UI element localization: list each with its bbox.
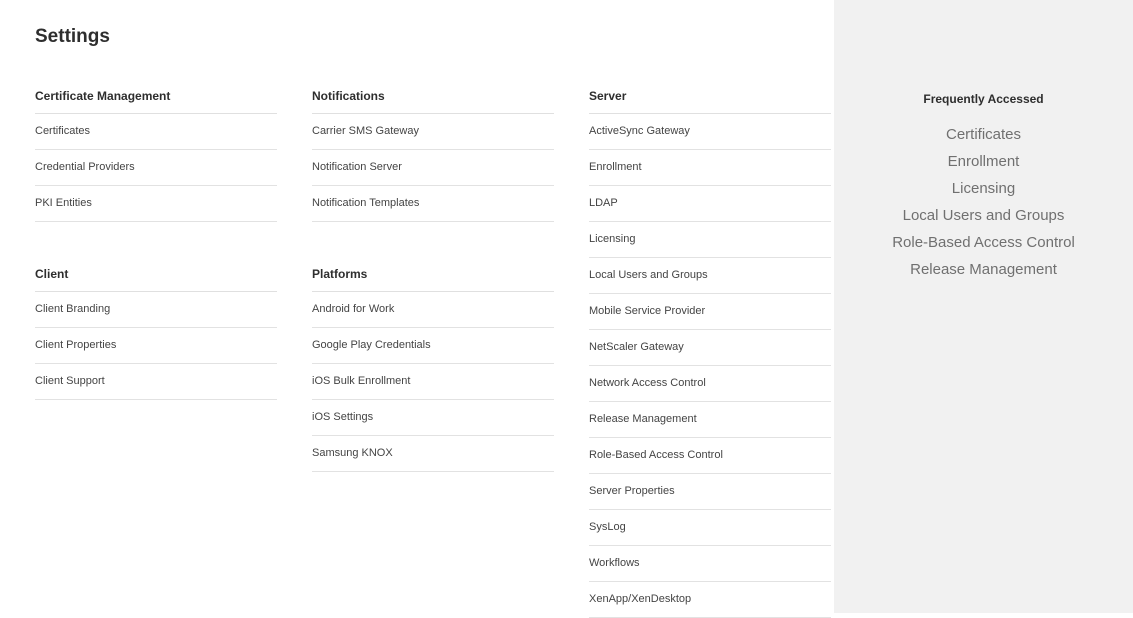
group-certificate-management: Certificate Management Certificates Cred… bbox=[35, 89, 277, 222]
link-network-access-control[interactable]: Network Access Control bbox=[589, 366, 831, 402]
link-release-management[interactable]: Release Management bbox=[589, 402, 831, 438]
link-samsung-knox[interactable]: Samsung KNOX bbox=[312, 436, 554, 472]
group-heading-platforms: Platforms bbox=[312, 267, 554, 292]
group-client: Client Client Branding Client Properties… bbox=[35, 267, 277, 400]
link-client-properties[interactable]: Client Properties bbox=[35, 328, 277, 364]
frequently-accessed-panel: Frequently Accessed Certificates Enrollm… bbox=[834, 0, 1133, 613]
link-local-users-and-groups[interactable]: Local Users and Groups bbox=[589, 258, 831, 294]
link-licensing[interactable]: Licensing bbox=[589, 222, 831, 258]
fa-link-enrollment[interactable]: Enrollment bbox=[834, 148, 1133, 175]
link-ios-bulk-enrollment[interactable]: iOS Bulk Enrollment bbox=[312, 364, 554, 400]
link-netscaler-gateway[interactable]: NetScaler Gateway bbox=[589, 330, 831, 366]
link-carrier-sms-gateway[interactable]: Carrier SMS Gateway bbox=[312, 114, 554, 150]
link-notification-templates[interactable]: Notification Templates bbox=[312, 186, 554, 222]
link-android-for-work[interactable]: Android for Work bbox=[312, 292, 554, 328]
link-mobile-service-provider[interactable]: Mobile Service Provider bbox=[589, 294, 831, 330]
link-ios-settings[interactable]: iOS Settings bbox=[312, 400, 554, 436]
frequently-accessed-list: Certificates Enrollment Licensing Local … bbox=[834, 121, 1133, 283]
group-heading-server: Server bbox=[589, 89, 831, 114]
group-server: Server ActiveSync Gateway Enrollment LDA… bbox=[589, 89, 831, 618]
link-notification-server[interactable]: Notification Server bbox=[312, 150, 554, 186]
link-client-branding[interactable]: Client Branding bbox=[35, 292, 277, 328]
group-platforms: Platforms Android for Work Google Play C… bbox=[312, 267, 554, 472]
group-notifications: Notifications Carrier SMS Gateway Notifi… bbox=[312, 89, 554, 222]
fa-link-role-based-access-control[interactable]: Role-Based Access Control bbox=[834, 229, 1133, 256]
fa-link-licensing[interactable]: Licensing bbox=[834, 175, 1133, 202]
link-workflows[interactable]: Workflows bbox=[589, 546, 831, 582]
link-client-support[interactable]: Client Support bbox=[35, 364, 277, 400]
group-heading-notifications: Notifications bbox=[312, 89, 554, 114]
link-ldap[interactable]: LDAP bbox=[589, 186, 831, 222]
link-credential-providers[interactable]: Credential Providers bbox=[35, 150, 277, 186]
page-title: Settings bbox=[35, 26, 110, 47]
fa-link-release-management[interactable]: Release Management bbox=[834, 256, 1133, 283]
group-heading-certificate-management: Certificate Management bbox=[35, 89, 277, 114]
fa-link-local-users-and-groups[interactable]: Local Users and Groups bbox=[834, 202, 1133, 229]
settings-main-panel: Settings Certificate Management Certific… bbox=[0, 0, 834, 618]
fa-link-certificates[interactable]: Certificates bbox=[834, 121, 1133, 148]
group-heading-client: Client bbox=[35, 267, 277, 292]
link-certificates[interactable]: Certificates bbox=[35, 114, 277, 150]
link-google-play-credentials[interactable]: Google Play Credentials bbox=[312, 328, 554, 364]
link-role-based-access-control[interactable]: Role-Based Access Control bbox=[589, 438, 831, 474]
frequently-accessed-heading: Frequently Accessed bbox=[923, 92, 1044, 106]
link-syslog[interactable]: SysLog bbox=[589, 510, 831, 546]
link-activesync-gateway[interactable]: ActiveSync Gateway bbox=[589, 114, 831, 150]
link-enrollment[interactable]: Enrollment bbox=[589, 150, 831, 186]
link-server-properties[interactable]: Server Properties bbox=[589, 474, 831, 510]
link-pki-entities[interactable]: PKI Entities bbox=[35, 186, 277, 222]
